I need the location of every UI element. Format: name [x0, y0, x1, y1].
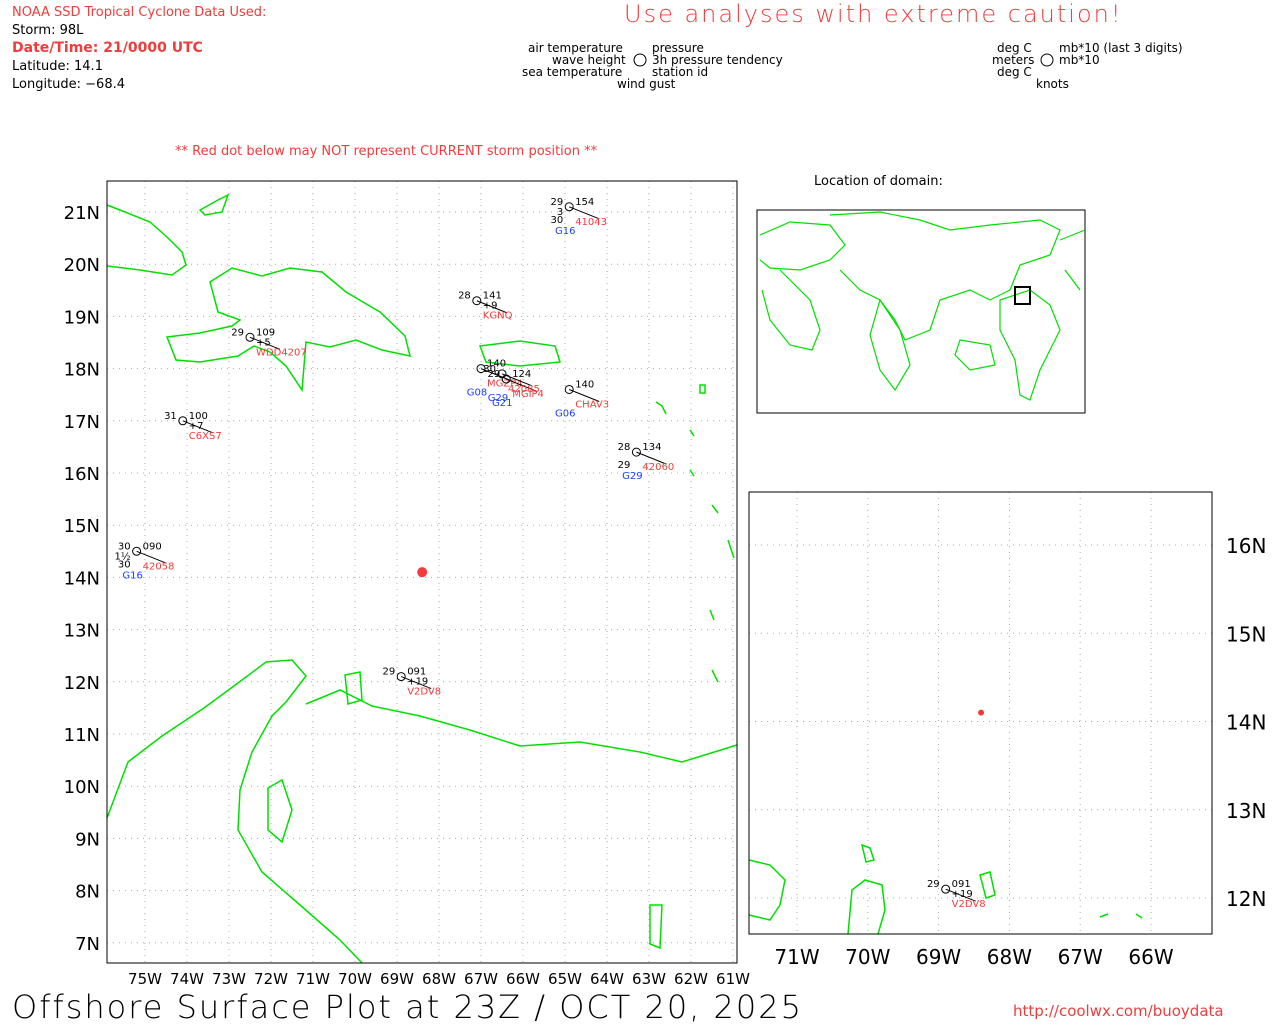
lon-tick-label: 71W: [296, 970, 330, 988]
plot-title: Offshore Surface Plot at 23Z / OCT 20, 2…: [12, 988, 803, 1026]
lat-tick-label: 12N: [64, 673, 100, 694]
lon-tick-label: 75W: [128, 970, 162, 988]
air-temp: 28: [458, 291, 471, 302]
station-id: 42060: [642, 462, 674, 473]
lat-tick-label: 14N: [1226, 711, 1266, 735]
lon-tick-label: 70W: [845, 945, 890, 969]
station-42058[interactable]: 30 0901½30 42058G16: [115, 541, 175, 581]
main-map-coastlines: [106, 193, 738, 964]
lat-tick-label: 16N: [64, 464, 100, 485]
lon-tick-label: 62W: [674, 970, 708, 988]
pressure: 134: [642, 442, 661, 453]
lon-tick-label: 68W: [987, 945, 1032, 969]
lat-tick-label: 13N: [1226, 799, 1266, 823]
lat-tick-label: 20N: [64, 255, 100, 276]
lat-tick-label: 15N: [1226, 622, 1266, 646]
lon-tick-label: 70W: [338, 970, 372, 988]
lat-tick-label: 16N: [1226, 534, 1266, 558]
station-41043[interactable]: 29 154330 41043G16: [550, 197, 607, 237]
locator-map: [756, 209, 1086, 414]
station-id: 42085: [508, 384, 540, 395]
sea-temp: 30: [118, 559, 131, 570]
station-id: V2DV8: [952, 899, 986, 910]
lat-tick-label: 10N: [64, 777, 100, 798]
lat-tick-label: 8N: [75, 882, 100, 903]
lat-tick-label: 12N: [1226, 887, 1266, 911]
legend-units-circle-icon: [1040, 53, 1054, 67]
lat-tick-label: 11N: [64, 725, 100, 746]
source-url[interactable]: http://coolwx.com/buoydata: [1013, 1002, 1224, 1020]
sea-temp: 29: [618, 460, 631, 471]
lon-tick-label: 64W: [590, 970, 624, 988]
zoom-map-coastlines: [748, 843, 1143, 935]
station-C6XS7[interactable]: 31 100+7C6XS7: [164, 411, 222, 442]
lat-tick-label: 9N: [75, 829, 100, 850]
pressure: 124: [512, 369, 531, 380]
lat-tick-label: 13N: [64, 621, 100, 642]
lon-tick-label: 69W: [916, 945, 961, 969]
lon-tick-label: 66W: [506, 970, 540, 988]
lon-tick-label: 72W: [254, 970, 288, 988]
lon-tick-label: 71W: [774, 945, 819, 969]
air-temp: 30: [483, 364, 496, 375]
zoom-storm-marker: [978, 709, 985, 716]
lon-tick-label: 68W: [422, 970, 456, 988]
air-temp: 29: [382, 667, 395, 678]
station-id: 41043: [575, 217, 607, 228]
lon-tick-label: 74W: [170, 970, 204, 988]
wind-gust: G08: [467, 388, 487, 399]
station-id: 42058: [143, 561, 175, 572]
station-plots: 29 154330 41043G1628 141+9KGNQ29 109+5WDD420…: [115, 197, 675, 698]
station-id: CHAV3: [575, 399, 609, 410]
lat-tick-label: 21N: [64, 203, 100, 224]
lon-tick-label: 61W: [716, 970, 750, 988]
station-KGNQ[interactable]: 28 141+9KGNQ: [458, 291, 513, 322]
air-temp: 29: [231, 327, 244, 338]
lon-tick-label: 69W: [380, 970, 414, 988]
wind-gust: G16: [555, 226, 575, 237]
pressure: 154: [575, 197, 594, 208]
lon-tick-label: 66W: [1128, 945, 1173, 969]
legend-station-circle-icon: [633, 53, 647, 67]
wind-gust: G29: [488, 393, 508, 404]
pressure: 090: [143, 541, 162, 552]
station-id: WDD4207: [256, 347, 307, 358]
station-id: V2DV8: [407, 687, 441, 698]
station-42060[interactable]: 28 134 29 42060G29: [618, 442, 675, 482]
lon-tick-label: 67W: [1058, 945, 1103, 969]
storm-position-marker: [417, 567, 428, 578]
air-temp: 31: [164, 411, 177, 422]
lat-tick-label: 17N: [64, 412, 100, 433]
lat-tick-label: 7N: [75, 934, 100, 955]
station-id: KGNQ: [483, 311, 513, 322]
air-temp: 28: [618, 442, 631, 453]
lon-tick-label: 65W: [548, 970, 582, 988]
domain-box: [1014, 286, 1031, 305]
sea-temp: 30: [550, 215, 563, 226]
station-V2DV8[interactable]: 29 091+19V2DV8: [927, 879, 986, 910]
lon-tick-label: 67W: [464, 970, 498, 988]
lon-tick-label: 73W: [212, 970, 246, 988]
wind-gust: G16: [122, 570, 142, 581]
lat-tick-label: 14N: [64, 568, 100, 589]
wind-gust: G06: [555, 408, 575, 419]
zoom-station-plots: 29 091+19V2DV8: [927, 879, 986, 910]
air-temp: 29: [927, 879, 940, 890]
lat-tick-label: 18N: [64, 360, 100, 381]
zoom-map-grid: 71W 70W 69W 68W 67W 66W 16N 15N 14N 13N 12N: [749, 492, 1266, 969]
lat-tick-label: 19N: [64, 307, 100, 328]
map-canvas: 75W 74W 73W 72W 71W 70W 69W 68W 67W 66W 65W 64W 63W 6…: [64, 53, 1266, 988]
station-CHAV3[interactable]: 140 CHAV3G06: [555, 379, 609, 419]
pressure: 140: [575, 379, 594, 390]
lat-tick-label: 15N: [64, 516, 100, 537]
main-map-grid: 75W 74W 73W 72W 71W 70W 69W 68W 67W 66W 65W 64W 63W 6…: [64, 181, 750, 988]
wind-gust: G29: [622, 471, 642, 482]
station-id: C6XS7: [189, 431, 222, 442]
station-V2DV8[interactable]: 29 091+19V2DV8: [382, 667, 441, 698]
lon-tick-label: 63W: [632, 970, 666, 988]
